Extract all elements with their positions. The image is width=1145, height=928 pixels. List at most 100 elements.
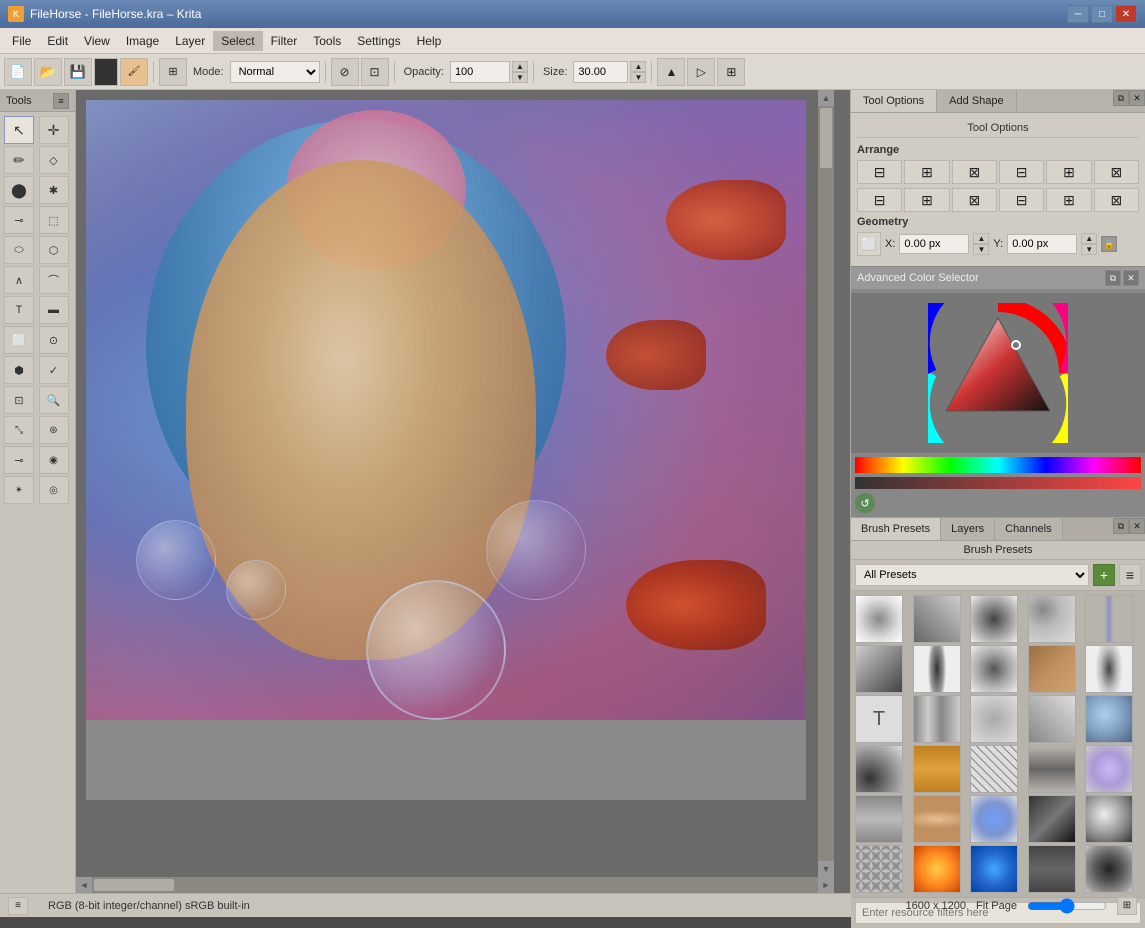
- brush-item[interactable]: [1028, 795, 1076, 843]
- add-preset-btn[interactable]: +: [1093, 564, 1115, 586]
- tool-options-float[interactable]: ⧉: [1113, 90, 1129, 106]
- mirror-btn[interactable]: ▷: [687, 58, 715, 86]
- menu-settings[interactable]: Settings: [349, 31, 408, 51]
- tool-text[interactable]: T: [4, 296, 34, 324]
- tool-gradient[interactable]: ▬: [39, 296, 69, 324]
- tools-panel-menu[interactable]: ≡: [53, 93, 69, 109]
- brush-item[interactable]: [1028, 695, 1076, 743]
- brush-item[interactable]: [913, 645, 961, 693]
- all-presets-select[interactable]: All Presets: [855, 564, 1089, 586]
- tool-assistant[interactable]: ⊛: [39, 416, 69, 444]
- tool-move[interactable]: ✛: [39, 116, 69, 144]
- brush-select[interactable]: 🖌: [120, 58, 148, 86]
- tool-crop[interactable]: ⊡: [4, 386, 34, 414]
- erase-btn[interactable]: ⊘: [331, 58, 359, 86]
- tool-multibrush[interactable]: ✱: [39, 176, 69, 204]
- tool-fill[interactable]: ⬤: [4, 176, 34, 204]
- scroll-right-btn[interactable]: ►: [818, 877, 834, 893]
- y-down[interactable]: ▼: [1081, 244, 1097, 255]
- preserve-alpha-btn[interactable]: ⊡: [361, 58, 389, 86]
- menu-help[interactable]: Help: [409, 31, 450, 51]
- brush-item[interactable]: [913, 745, 961, 793]
- brush-item[interactable]: T: [855, 695, 903, 743]
- x-down[interactable]: ▼: [973, 244, 989, 255]
- align-center-h-btn[interactable]: ⊞: [904, 160, 949, 184]
- brush-close-btn[interactable]: ✕: [1129, 518, 1145, 534]
- brush-item[interactable]: [1028, 745, 1076, 793]
- wrap-btn[interactable]: ⊞: [717, 58, 745, 86]
- tool-enclose[interactable]: ◎: [39, 476, 69, 504]
- tab-channels[interactable]: Channels: [995, 518, 1062, 540]
- menu-file[interactable]: File: [4, 31, 39, 51]
- hscrollbar[interactable]: ◄ ►: [76, 877, 834, 893]
- brush-item[interactable]: [913, 845, 961, 893]
- tool-ellipse[interactable]: ⬭: [4, 236, 34, 264]
- canvas-scroll-area[interactable]: ▲ ▼ ◄ ►: [76, 90, 850, 893]
- tool-calligraphy[interactable]: ⊸: [4, 206, 34, 234]
- brush-item[interactable]: [970, 845, 1018, 893]
- color-wheel[interactable]: [928, 303, 1068, 443]
- tool-selection-rect[interactable]: ⬜: [4, 326, 34, 354]
- brush-item[interactable]: [1085, 645, 1133, 693]
- artwork-canvas[interactable]: [86, 100, 806, 800]
- size-down[interactable]: ▼: [630, 72, 646, 83]
- hue-bar[interactable]: [855, 457, 1141, 473]
- tool-polyline[interactable]: ∧: [4, 266, 34, 294]
- scroll-left-btn[interactable]: ◄: [76, 877, 92, 893]
- color-sel-close[interactable]: ✕: [1123, 270, 1139, 286]
- menu-view[interactable]: View: [76, 31, 118, 51]
- preset-menu-btn[interactable]: ≡: [1119, 564, 1141, 586]
- color-sel-float[interactable]: ⧉: [1105, 270, 1121, 286]
- lock-ratio-btn[interactable]: 🔒: [1101, 236, 1117, 252]
- distribute-right-btn[interactable]: ⊠: [952, 188, 997, 212]
- brush-item[interactable]: [855, 645, 903, 693]
- tool-measure[interactable]: ⊸: [4, 446, 34, 474]
- brush-item[interactable]: [970, 695, 1018, 743]
- brush-float-btn[interactable]: ⧉: [1113, 518, 1129, 534]
- distribute-left-btn[interactable]: ⊟: [857, 188, 902, 212]
- tool-bezier[interactable]: ⌒: [39, 266, 69, 294]
- zoom-slider[interactable]: [1027, 898, 1107, 914]
- brush-item[interactable]: [1028, 595, 1076, 643]
- tool-smart-patch[interactable]: ✴: [4, 476, 34, 504]
- brush-item[interactable]: [970, 645, 1018, 693]
- distribute-top-btn[interactable]: ⊟: [999, 188, 1044, 212]
- opacity-input[interactable]: [450, 61, 510, 83]
- brush-item[interactable]: [855, 845, 903, 893]
- tab-layers[interactable]: Layers: [941, 518, 995, 540]
- grid-btn[interactable]: ⊞: [159, 58, 187, 86]
- tool-dynamic-brush[interactable]: ◇: [39, 146, 69, 174]
- tab-brush-presets[interactable]: Brush Presets: [851, 518, 941, 540]
- save-button[interactable]: 💾: [64, 58, 92, 86]
- brush-item[interactable]: [913, 695, 961, 743]
- menu-filter[interactable]: Filter: [263, 31, 306, 51]
- brush-item[interactable]: [1085, 795, 1133, 843]
- statusbar-right-btn[interactable]: ⊞: [1117, 897, 1137, 915]
- distribute-v-btn[interactable]: ⊞: [1046, 188, 1091, 212]
- color-swatch[interactable]: [94, 58, 118, 86]
- minimize-button[interactable]: ─: [1067, 5, 1089, 23]
- brush-item[interactable]: [855, 745, 903, 793]
- y-up[interactable]: ▲: [1081, 233, 1097, 244]
- align-center-v-btn[interactable]: ⊞: [1046, 160, 1091, 184]
- tab-add-shape[interactable]: Add Shape: [937, 90, 1016, 112]
- brush-item[interactable]: [855, 795, 903, 843]
- x-up[interactable]: ▲: [973, 233, 989, 244]
- align-bottom-btn[interactable]: ⊠: [1094, 160, 1139, 184]
- tool-transform[interactable]: ⤡: [4, 416, 34, 444]
- align-right-btn[interactable]: ⊠: [952, 160, 997, 184]
- tool-selection-path[interactable]: ✓: [39, 356, 69, 384]
- brush-item[interactable]: [1085, 595, 1133, 643]
- tool-selection-polygon[interactable]: ⬢: [4, 356, 34, 384]
- opacity-down[interactable]: ▼: [512, 72, 528, 83]
- x-input[interactable]: [899, 234, 969, 254]
- tool-pointer[interactable]: ↖: [4, 116, 34, 144]
- menu-image[interactable]: Image: [118, 31, 167, 51]
- color-wheel-svg[interactable]: [928, 303, 1068, 443]
- align-left-btn[interactable]: ⊟: [857, 160, 902, 184]
- brush-item[interactable]: [1085, 845, 1133, 893]
- saturation-bar[interactable]: [855, 477, 1141, 489]
- brush-item[interactable]: [1028, 645, 1076, 693]
- brush-dynamics-btn[interactable]: ▲: [657, 58, 685, 86]
- brush-item[interactable]: [1085, 695, 1133, 743]
